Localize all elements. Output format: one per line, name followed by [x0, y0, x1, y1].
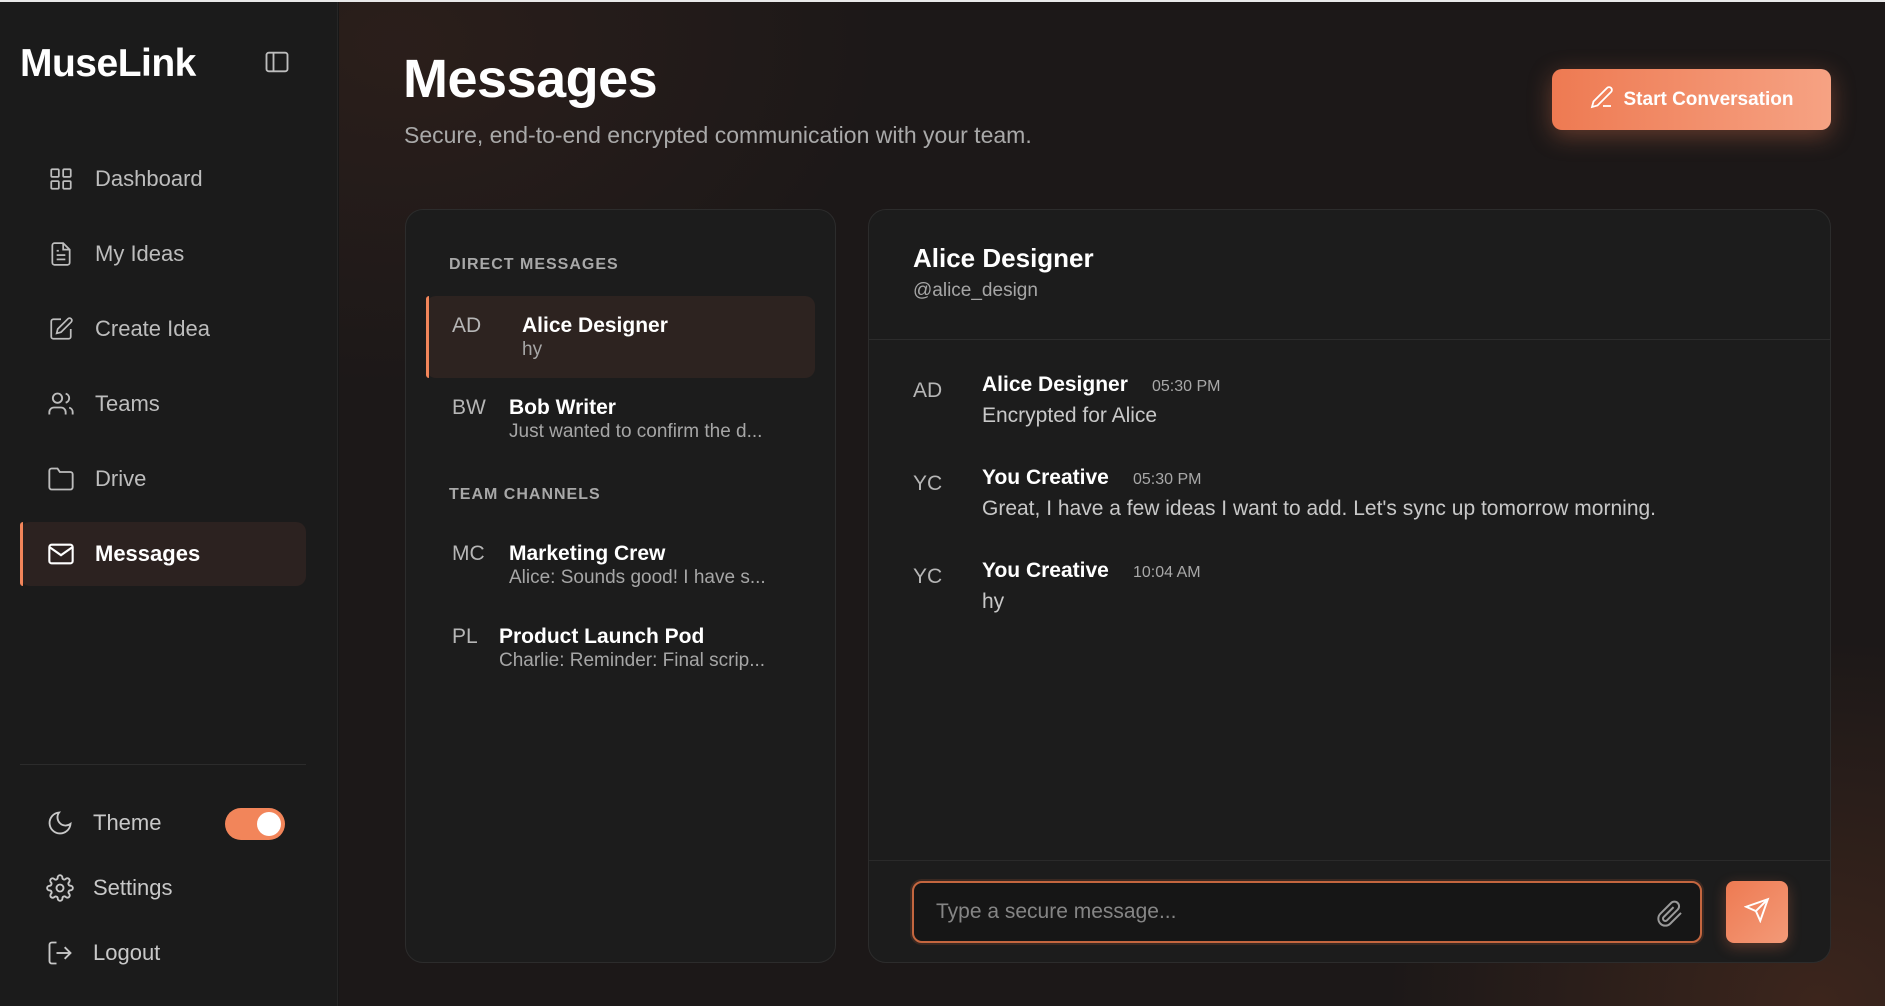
sidebar-item-teams[interactable]: Teams: [20, 372, 306, 436]
folder-icon: [46, 464, 76, 494]
brand-logo[interactable]: MuseLink: [20, 42, 196, 86]
sidebar-toggle-icon[interactable]: [262, 47, 292, 77]
channel-name: Marketing Crew: [509, 542, 666, 565]
message-item: YC You Creative 10:04 AM hy: [913, 559, 1793, 629]
sidebar-item-label: Dashboard: [95, 166, 203, 191]
channel-item-marketing-crew[interactable]: MC Marketing Crew Alice: Sounds good! I …: [426, 524, 815, 606]
conversation-item-bob[interactable]: BW Bob Writer Just wanted to confirm the…: [426, 378, 815, 460]
settings-link[interactable]: Settings: [20, 855, 306, 920]
message-sender: Alice Designer: [982, 373, 1128, 396]
theme-label: Theme: [93, 809, 162, 835]
sidebar: MuseLink Dashboard My Ideas Create Idea: [0, 2, 338, 1006]
sidebar-item-drive[interactable]: Drive: [20, 447, 306, 511]
send-icon: [1743, 897, 1770, 928]
send-button[interactable]: [1726, 881, 1788, 943]
conversation-list: DIRECT MESSAGES AD Alice Designer hy BW …: [405, 209, 836, 963]
message-time: 05:30 PM: [1152, 378, 1221, 395]
direct-messages-heading: DIRECT MESSAGES: [449, 256, 619, 273]
conversation-initials: BW: [452, 396, 486, 419]
sidebar-nav: Dashboard My Ideas Create Idea Teams Dri…: [20, 147, 306, 597]
message-text: Encrypted for Alice: [982, 404, 1158, 427]
message-composer: [869, 860, 1830, 962]
conversation-name: Alice Designer: [522, 314, 668, 337]
sidebar-item-label: Create Idea: [95, 316, 210, 341]
message-input[interactable]: [912, 881, 1702, 943]
message-sender: You Creative: [982, 559, 1109, 582]
logout-icon: [44, 937, 76, 969]
paperclip-icon[interactable]: [1653, 897, 1687, 931]
channel-preview: Charlie: Reminder: Final scrip...: [499, 650, 766, 671]
team-channels-heading: TEAM CHANNELS: [449, 486, 601, 503]
theme-row: Theme: [20, 790, 306, 855]
sidebar-bottom: Theme Settings Logout: [20, 790, 306, 985]
message-avatar: AD: [913, 379, 943, 402]
message-sender: You Creative: [982, 466, 1109, 489]
settings-label: Settings: [93, 874, 173, 900]
page-title: Messages: [403, 49, 658, 109]
message-time: 10:04 AM: [1133, 564, 1201, 581]
chat-contact-handle: @alice_design: [913, 280, 1038, 301]
sidebar-divider: [20, 764, 306, 765]
moon-icon: [44, 807, 76, 839]
conversation-item-alice[interactable]: AD Alice Designer hy: [426, 296, 815, 378]
pencil-square-icon: [46, 314, 76, 344]
theme-toggle[interactable]: [225, 808, 285, 840]
sidebar-item-create-idea[interactable]: Create Idea: [20, 297, 306, 361]
conversation-preview: hy: [522, 339, 543, 360]
main-content: Messages Secure, end-to-end encrypted co…: [339, 2, 1885, 1006]
sidebar-item-my-ideas[interactable]: My Ideas: [20, 222, 306, 286]
message-time: 05:30 PM: [1133, 471, 1202, 488]
sidebar-item-label: Messages: [95, 541, 201, 566]
message-avatar: YC: [913, 565, 943, 588]
document-icon: [46, 239, 76, 269]
sidebar-item-dashboard[interactable]: Dashboard: [20, 147, 306, 211]
pen-icon: [1590, 85, 1614, 115]
grid-icon: [46, 164, 76, 194]
users-icon: [46, 389, 76, 419]
conversation-name: Bob Writer: [509, 396, 616, 419]
message-text: hy: [982, 590, 1005, 613]
channel-item-product-launch-pod[interactable]: PL Product Launch Pod Charlie: Reminder:…: [426, 607, 815, 689]
mail-icon: [46, 539, 76, 569]
message-item: AD Alice Designer 05:30 PM Encrypted for…: [913, 373, 1793, 443]
sidebar-item-messages[interactable]: Messages: [20, 522, 306, 586]
logout-label: Logout: [93, 939, 161, 965]
start-conversation-button[interactable]: Start Conversation: [1552, 69, 1831, 130]
channel-initials: PL: [452, 625, 478, 648]
chat-panel: Alice Designer @alice_design AD Alice De…: [868, 209, 1831, 963]
conversation-preview: Just wanted to confirm the d...: [509, 421, 763, 442]
sidebar-item-label: Teams: [95, 391, 160, 416]
message-text: Great, I have a few ideas I want to add.…: [982, 497, 1657, 520]
channel-preview: Alice: Sounds good! I have s...: [509, 567, 766, 588]
sidebar-item-label: Drive: [95, 466, 147, 491]
channel-name: Product Launch Pod: [499, 625, 705, 648]
start-conversation-label: Start Conversation: [1623, 88, 1794, 110]
chat-contact-name: Alice Designer: [913, 243, 1094, 273]
gear-icon: [44, 872, 76, 904]
message-item: YC You Creative 05:30 PM Great, I have a…: [913, 466, 1793, 536]
channel-initials: MC: [452, 542, 485, 565]
sidebar-item-label: My Ideas: [95, 241, 185, 266]
logout-link[interactable]: Logout: [20, 920, 306, 985]
message-avatar: YC: [913, 472, 943, 495]
toggle-knob: [257, 812, 281, 836]
chat-header: Alice Designer @alice_design: [869, 210, 1830, 340]
conversation-initials: AD: [452, 314, 482, 337]
page-subtitle: Secure, end-to-end encrypted communicati…: [404, 122, 1032, 148]
